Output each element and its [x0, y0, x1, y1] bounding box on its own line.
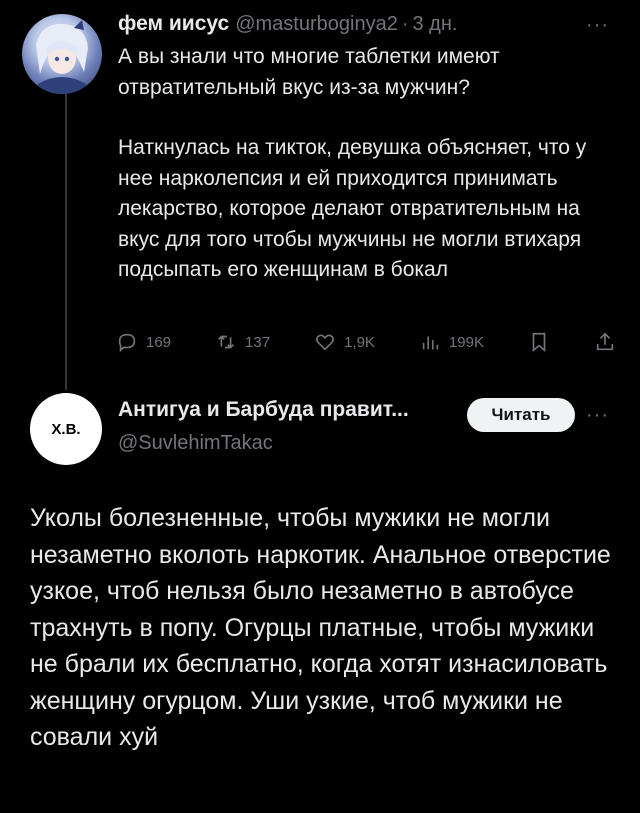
share-button[interactable] — [594, 331, 616, 353]
separator-dot: · — [401, 13, 409, 35]
follow-button[interactable]: Читать — [467, 398, 575, 432]
tweet-paragraph: А вы знали что многие таблетки имеют отв… — [118, 45, 500, 99]
avatar-anime-figure-icon — [36, 20, 88, 94]
bookmark-icon — [532, 332, 546, 353]
views-chart-icon — [422, 336, 439, 350]
avatar[interactable] — [22, 14, 102, 94]
tweet-text: Уколы болезненные, чтобы мужики не могли… — [30, 504, 611, 751]
bookmark-button[interactable] — [528, 331, 550, 353]
avatar[interactable]: Х.В. — [30, 393, 102, 465]
like-button[interactable]: 1,9K — [314, 331, 375, 353]
share-icon — [596, 332, 614, 351]
reply-count: 169 — [146, 333, 172, 351]
more-options-icon[interactable]: ··· — [586, 14, 609, 37]
timestamp[interactable]: 3 дн. — [413, 13, 458, 36]
more-options-icon[interactable]: ··· — [586, 404, 609, 427]
thread-line — [65, 90, 67, 390]
tweet-paragraph: Наткнулась на тикток, девушка объясняет,… — [118, 136, 587, 281]
author-name[interactable]: фем иисус — [118, 12, 229, 36]
retweet-button[interactable]: 137 — [215, 331, 270, 353]
author-handle[interactable]: @SuvlehimTakac — [118, 432, 273, 455]
tweet-header: фем иисус @masturboginya2 · 3 дн. — [118, 12, 620, 42]
retweet-count: 137 — [245, 333, 271, 351]
reply-button[interactable]: 169 — [116, 331, 171, 353]
author-name[interactable]: Антигуа и Барбуда правит... — [118, 398, 448, 422]
action-bar: 169 137 1,9K 199K — [116, 328, 616, 356]
like-count: 1,9K — [344, 333, 375, 351]
author-handle[interactable]: @masturboginya2 — [235, 13, 398, 36]
tweet-text: А вы знали что многие таблетки имеют отв… — [118, 42, 618, 286]
retweet-icon — [218, 335, 234, 349]
views-count: 199K — [448, 333, 484, 351]
views-button[interactable]: 199K — [419, 331, 484, 353]
heart-icon — [316, 334, 335, 351]
reply-icon — [118, 333, 136, 353]
